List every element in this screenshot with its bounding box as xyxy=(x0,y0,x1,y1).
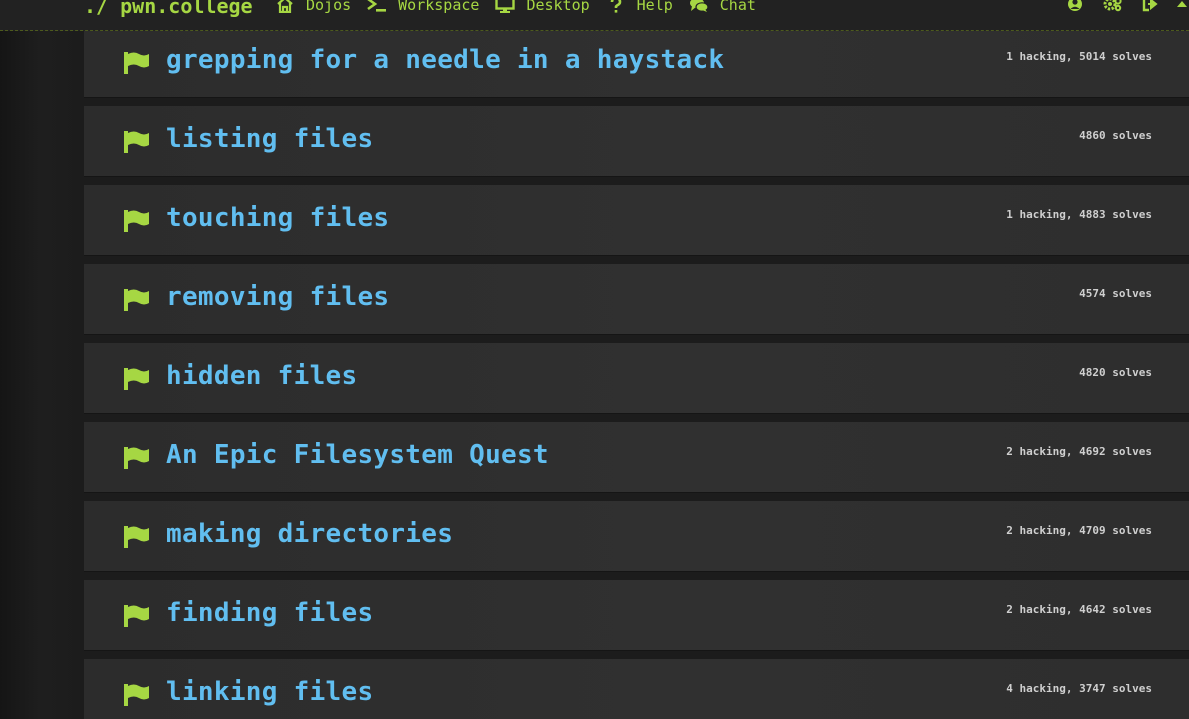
challenge-title: listing files xyxy=(166,124,374,154)
challenge-row[interactable]: finding files 2 hacking, 4642 solves xyxy=(84,580,1189,650)
challenge-row[interactable]: listing files 4860 solves xyxy=(84,106,1189,176)
logout-icon[interactable] xyxy=(1141,0,1161,12)
challenge-title: linking files xyxy=(166,677,374,707)
challenge-title: An Epic Filesystem Quest xyxy=(166,440,549,470)
flag-icon xyxy=(124,526,150,548)
challenge-title: grepping for a needle in a haystack xyxy=(166,45,725,75)
challenge-title: removing files xyxy=(166,282,390,312)
gear-icon[interactable] xyxy=(1103,0,1123,12)
nav-link-label: Desktop xyxy=(526,0,590,14)
nav-link-dojos[interactable]: Dojos xyxy=(275,0,351,14)
flag-icon xyxy=(124,210,150,232)
nav-link-label: Chat xyxy=(719,0,756,14)
challenge-stats: 4574 solves xyxy=(1079,287,1152,300)
challenge-title: hidden files xyxy=(166,361,358,391)
brand-logo[interactable]: ./ pwn.college xyxy=(84,0,253,18)
flag-icon xyxy=(124,605,150,627)
challenge-stats: 1 hacking, 5014 solves xyxy=(1006,50,1152,63)
challenge-row[interactable]: linking files 4 hacking, 3747 solves xyxy=(84,659,1189,719)
nav-link-workspace[interactable]: Workspace xyxy=(367,0,479,14)
nav-links: Dojos Workspace Desktop Help Chat xyxy=(275,0,772,14)
home-icon xyxy=(275,0,295,13)
nav-link-label: Help xyxy=(636,0,673,14)
user-icon[interactable] xyxy=(1065,0,1085,12)
desktop-icon xyxy=(495,0,516,13)
challenge-row[interactable]: An Epic Filesystem Quest 2 hacking, 4692… xyxy=(84,422,1189,492)
flag-icon xyxy=(124,447,150,469)
chat-icon xyxy=(689,0,709,13)
challenge-stats: 2 hacking, 4709 solves xyxy=(1006,524,1152,537)
challenge-stats: 2 hacking, 4692 solves xyxy=(1006,445,1152,458)
nav-link-chat[interactable]: Chat xyxy=(689,0,756,14)
challenge-row[interactable]: touching files 1 hacking, 4883 solves xyxy=(84,185,1189,255)
flag-icon xyxy=(124,52,150,74)
nav-user-controls xyxy=(1047,0,1189,12)
challenge-row[interactable]: grepping for a needle in a haystack 1 ha… xyxy=(84,27,1189,97)
flag-icon xyxy=(124,289,150,311)
challenge-row[interactable]: removing files 4574 solves xyxy=(84,264,1189,334)
flag-icon xyxy=(124,368,150,390)
challenge-stats: 1 hacking, 4883 solves xyxy=(1006,208,1152,221)
nav-link-desktop[interactable]: Desktop xyxy=(495,0,590,14)
challenge-stats: 4 hacking, 3747 solves xyxy=(1006,682,1152,695)
challenge-stats: 4860 solves xyxy=(1079,129,1152,142)
terminal-icon xyxy=(367,0,387,13)
caret-up-icon[interactable] xyxy=(1175,0,1189,12)
question-icon xyxy=(606,0,626,13)
challenge-title: making directories xyxy=(166,519,454,549)
flag-icon xyxy=(124,684,150,706)
challenge-stats: 4820 solves xyxy=(1079,366,1152,379)
challenge-list: grepping for a needle in a haystack 1 ha… xyxy=(84,27,1189,719)
challenge-title: touching files xyxy=(166,203,390,233)
top-navbar: ./ pwn.college Dojos Workspace Desktop H… xyxy=(0,0,1189,31)
challenge-row[interactable]: hidden files 4820 solves xyxy=(84,343,1189,413)
challenge-row[interactable]: making directories 2 hacking, 4709 solve… xyxy=(84,501,1189,571)
challenge-title: finding files xyxy=(166,598,374,628)
challenge-stats: 2 hacking, 4642 solves xyxy=(1006,603,1152,616)
nav-link-label: Workspace xyxy=(398,0,480,14)
flag-icon xyxy=(124,131,150,153)
nav-link-help[interactable]: Help xyxy=(606,0,673,14)
nav-link-label: Dojos xyxy=(306,0,352,14)
